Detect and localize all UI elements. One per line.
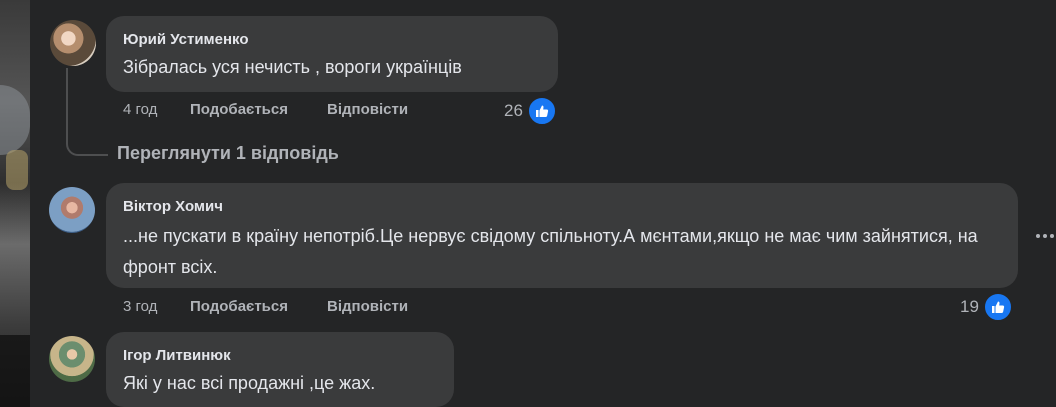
comment-time[interactable]: 4 год: [123, 101, 157, 118]
thread-connector: [66, 68, 108, 156]
background-photo-strip: [0, 0, 30, 407]
avatar[interactable]: [50, 20, 96, 66]
comment-text: Які у нас всі продажні ,це жах.: [123, 373, 376, 393]
like-button[interactable]: Подобається: [190, 298, 288, 315]
avatar[interactable]: [49, 187, 95, 233]
avatar[interactable]: [49, 336, 95, 382]
like-thumb-icon: [982, 292, 1013, 322]
reaction-summary[interactable]: 26: [504, 96, 557, 126]
comment-text: Зібралась уся нечисть , вороги українців: [123, 57, 462, 77]
more-options-icon[interactable]: [1033, 224, 1056, 248]
reaction-count: 26: [504, 101, 523, 120]
comment-text: ...не пускати в країну непотріб.Це нерву…: [123, 226, 978, 277]
view-replies-link[interactable]: Переглянути 1 відповідь: [117, 143, 339, 164]
reaction-summary[interactable]: 19: [960, 292, 1013, 322]
reply-button[interactable]: Відповісти: [327, 298, 408, 315]
comment-author[interactable]: Юрий Устименко: [123, 31, 249, 48]
comment-time[interactable]: 3 год: [123, 298, 157, 315]
like-button[interactable]: Подобається: [190, 101, 288, 118]
reply-button[interactable]: Відповісти: [327, 101, 408, 118]
comment-author[interactable]: Ігор Литвинюк: [123, 347, 231, 364]
reaction-count: 19: [960, 297, 979, 316]
comment-author[interactable]: Віктор Хомич: [123, 198, 223, 215]
like-thumb-icon: [526, 96, 557, 126]
